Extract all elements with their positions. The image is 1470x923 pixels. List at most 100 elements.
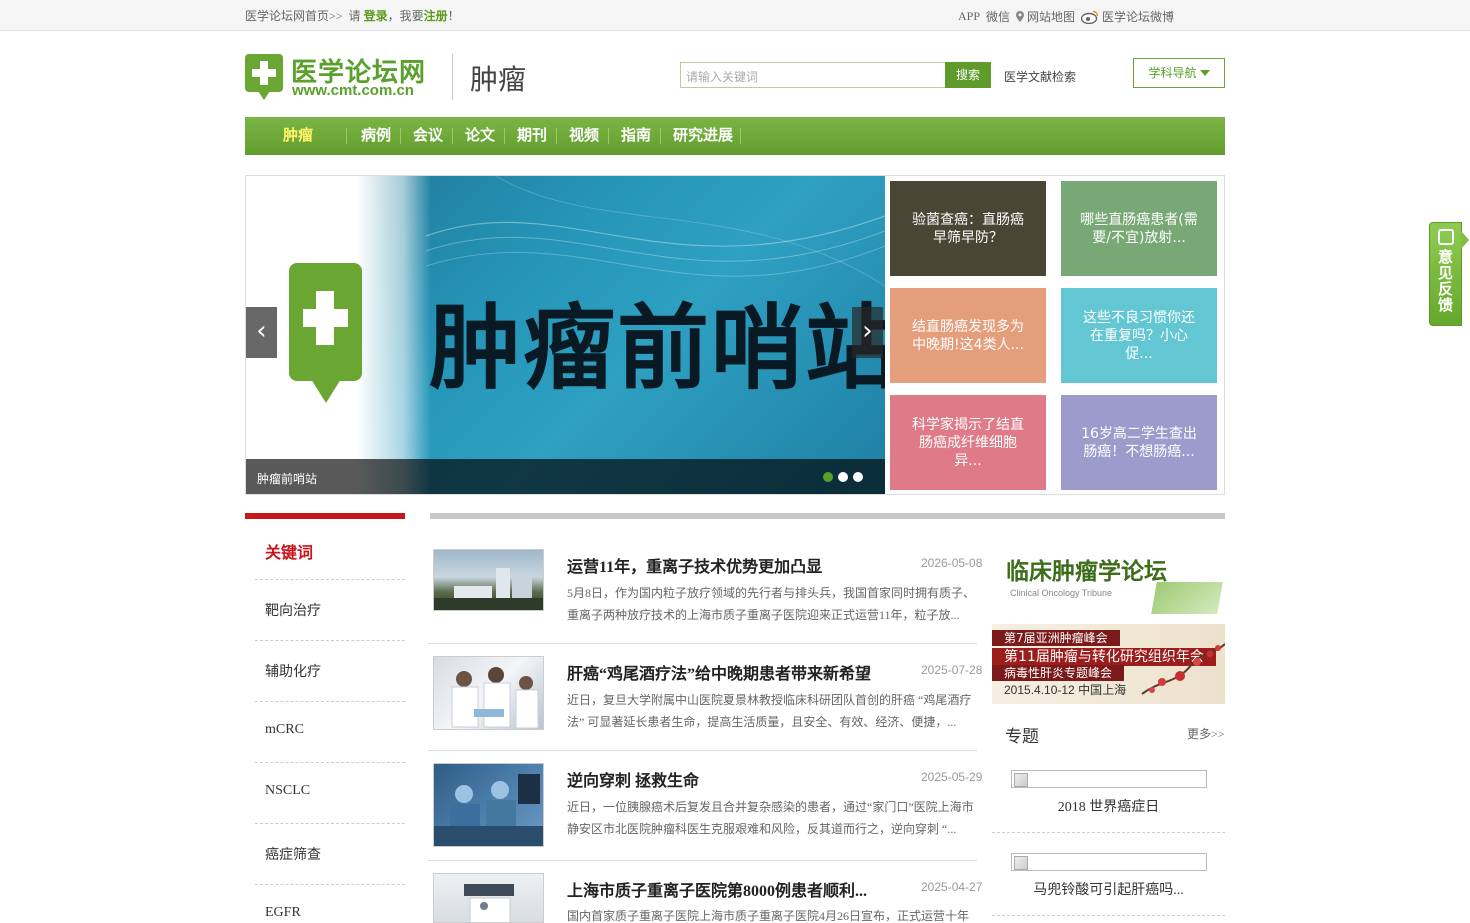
doctors-lab-image xyxy=(451,667,539,729)
nav-item-tumor[interactable]: 肿瘤 xyxy=(283,117,313,155)
featured-area: 肿瘤前哨站 肿瘤前哨站 ‹ › 验菌查癌：直肠癌早筛早防？ 哪些直肠癌患者(需要… xyxy=(245,175,1225,495)
keyword-item[interactable]: 靶向治疗 xyxy=(265,600,321,620)
nav-separator xyxy=(504,128,505,144)
weibo-icon xyxy=(1081,10,1099,24)
banner-subtitle: Clinical Oncology Tribune xyxy=(1010,588,1113,598)
featured-tile[interactable]: 这些不良习惯你还在重复吗？小心促... xyxy=(1061,288,1217,383)
want-text: ，我要 xyxy=(387,9,424,23)
keywords-heading: 关键词 xyxy=(265,545,314,562)
exclaim-text: ！ xyxy=(447,9,460,23)
edit-icon xyxy=(1438,229,1454,245)
main-nav: 肿瘤 病例 会议 论文 期刊 视频 指南 研究进展 xyxy=(245,117,1225,155)
news-thumbnail[interactable] xyxy=(433,763,544,847)
top-bar-left: 医学论坛网首页>> 请 登录，我要注册！ xyxy=(245,7,460,24)
nav-item-journals[interactable]: 期刊 xyxy=(517,117,547,155)
nav-separator xyxy=(556,128,557,144)
carousel-prev-button[interactable]: ‹ xyxy=(246,307,277,358)
news-thumbnail[interactable] xyxy=(433,873,544,923)
news-title[interactable]: 肝癌“鸡尾酒疗法”给中晚期患者带来新希望 xyxy=(567,660,871,684)
carousel-dot[interactable] xyxy=(838,472,848,482)
topics-more-link[interactable]: 更多>> xyxy=(1187,725,1225,742)
news-divider xyxy=(428,643,977,644)
section-title: 肿瘤 xyxy=(470,63,527,96)
search-input[interactable]: 请输入关键词 xyxy=(680,62,946,88)
keyword-item[interactable]: 癌症筛查 xyxy=(265,844,321,864)
news-thumbnail[interactable] xyxy=(433,656,544,730)
treatment-room-image xyxy=(464,884,514,922)
nav-item-meetings[interactable]: 会议 xyxy=(413,117,443,155)
app-link[interactable]: APP xyxy=(958,9,980,24)
featured-tile[interactable]: 哪些直肠癌患者(需要/不宜)放射... xyxy=(1061,181,1217,276)
login-link[interactable]: 登录 xyxy=(364,9,388,23)
featured-tile[interactable]: 科学家揭示了结直肠癌成纤维细胞异... xyxy=(890,395,1046,490)
news-title[interactable]: 运营11年，重离子技术优势更加凸显 xyxy=(567,553,822,577)
topic-name[interactable]: 马兜铃酸可引起肝癌吗... xyxy=(992,879,1225,899)
slide-caption-bar xyxy=(246,459,885,494)
carousel-slide[interactable]: 肿瘤前哨站 肿瘤前哨站 ‹ › xyxy=(246,176,885,494)
magazine-cover-image xyxy=(1151,582,1223,614)
caret-down-icon xyxy=(1199,70,1210,76)
hospital-building-image xyxy=(434,568,543,610)
keyword-divider xyxy=(255,640,405,641)
carousel-dots xyxy=(823,472,863,482)
news-date: 2025-05-29 xyxy=(921,770,983,784)
news-date: 2025-07-28 xyxy=(921,663,983,677)
sitemap-link[interactable]: 网站地图 xyxy=(1016,8,1075,25)
surgery-team-image xyxy=(434,774,543,846)
weibo-link[interactable]: 医学论坛微博 xyxy=(1081,8,1174,25)
nav-item-cases[interactable]: 病例 xyxy=(361,117,391,155)
news-summary: 近日，一位胰腺癌术后复发且合并复杂感染的患者，通过“家门口”医院上海市静安区市北… xyxy=(567,800,974,836)
logo-cross-icon xyxy=(245,54,283,100)
carousel-dot[interactable] xyxy=(823,472,833,482)
site-logo[interactable]: 医学论坛网 www.cmt.com.cn xyxy=(245,54,435,100)
subject-nav-dropdown[interactable]: 学科导航 xyxy=(1133,58,1225,88)
top-bar: 医学论坛网首页>> 请 登录，我要注册！ APP 微信 网站地图 医学论坛微博 xyxy=(0,0,1470,31)
featured-tile[interactable]: 结直肠癌发现多为中晚期!这4类人... xyxy=(890,288,1046,383)
banner-title: 临床肿瘤学论坛 xyxy=(1006,559,1167,585)
topic-name[interactable]: 2018 世界癌症日 xyxy=(992,796,1225,816)
literature-search-link[interactable]: 医学文献检索 xyxy=(1004,68,1076,85)
topic-divider xyxy=(992,915,1225,916)
plum-blossom-decoration xyxy=(1141,643,1225,695)
nav-separator xyxy=(346,128,347,144)
clinical-oncology-tribune-banner[interactable]: 临床肿瘤学论坛 Clinical Oncology Tribune xyxy=(992,544,1225,614)
home-link[interactable]: 医学论坛网首页>> xyxy=(245,9,343,23)
news-title[interactable]: 上海市质子重离子医院第8000例患者顺利... xyxy=(567,877,867,901)
news-title[interactable]: 逆向穿刺 拯救生命 xyxy=(567,767,699,791)
nav-separator xyxy=(660,128,661,144)
nav-item-guidelines[interactable]: 指南 xyxy=(621,117,651,155)
news-divider xyxy=(428,750,977,751)
sitemap-label: 网站地图 xyxy=(1027,10,1076,24)
keyword-divider xyxy=(255,762,405,763)
nav-item-videos[interactable]: 视频 xyxy=(569,117,599,155)
nav-separator xyxy=(608,128,609,144)
nav-separator xyxy=(740,128,741,144)
keyword-divider xyxy=(255,579,405,580)
wechat-link[interactable]: 微信 xyxy=(986,8,1010,25)
topics-heading: 专题 xyxy=(1005,727,1039,746)
featured-tile[interactable]: 验菌查癌：直肠癌早筛早防？ xyxy=(890,181,1046,276)
nav-item-research[interactable]: 研究进展 xyxy=(673,117,733,155)
nav-item-papers[interactable]: 论文 xyxy=(465,117,495,155)
news-thumbnail[interactable] xyxy=(433,549,544,611)
topic-image[interactable] xyxy=(1011,853,1207,871)
keyword-item[interactable]: 辅助化疗 xyxy=(265,661,321,681)
summit-banner[interactable]: 第7届亚洲肿瘤峰会 第11届肿瘤与转化研究组织年会 病毒性肝炎专题峰会 2015… xyxy=(992,624,1225,704)
register-link[interactable]: 注册 xyxy=(424,9,448,23)
news-summary: 国内首家质子重离子医院上海市质子重离子医院4月26日宣布，正式运营十年 xyxy=(567,909,970,923)
topic-divider xyxy=(992,832,1225,833)
search-button[interactable]: 搜索 xyxy=(945,62,991,88)
carousel-dot[interactable] xyxy=(853,472,863,482)
please-text: 请 xyxy=(348,9,361,23)
featured-tile[interactable]: 16岁高二学生查出肠癌！不想肠癌... xyxy=(1061,395,1217,490)
feedback-button[interactable]: 意见反馈 xyxy=(1429,222,1469,326)
topic-image[interactable] xyxy=(1011,770,1207,788)
keyword-item[interactable]: NSCLC xyxy=(265,783,310,799)
news-top-bar xyxy=(430,513,1225,519)
keyword-item[interactable]: EGFR xyxy=(265,905,301,921)
keyword-divider xyxy=(255,823,405,824)
carousel-next-button[interactable]: › xyxy=(852,307,883,358)
keywords-top-bar xyxy=(245,513,405,519)
slide-caption[interactable]: 肿瘤前哨站 xyxy=(257,470,317,487)
keyword-item[interactable]: mCRC xyxy=(265,722,304,738)
